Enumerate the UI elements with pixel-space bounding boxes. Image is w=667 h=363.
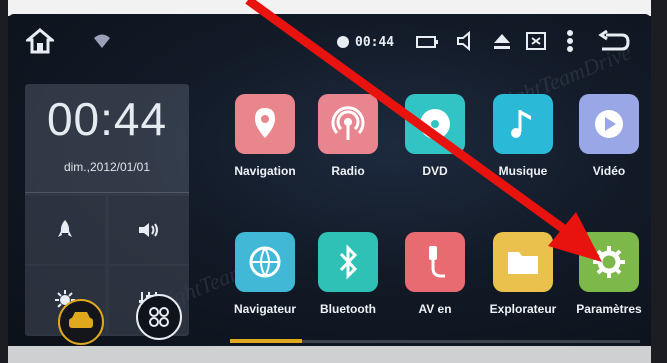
av-input-icon: [405, 232, 465, 292]
app-parametres[interactable]: Paramètres: [574, 232, 651, 322]
volume-icon[interactable]: [455, 30, 475, 52]
bezel-left: [0, 0, 8, 363]
location-dot-icon: [336, 34, 350, 48]
music-note-icon: [493, 94, 553, 154]
app-label: Vidéo: [592, 164, 626, 178]
battery-icon: [416, 34, 438, 50]
disc-icon: [405, 94, 465, 154]
widget-divider: [25, 192, 189, 193]
head-unit-screen: lightTeamDrive lightTeamDrive 00:44 00:4…: [8, 14, 651, 346]
car-icon: [69, 312, 93, 328]
rocket-icon: [58, 220, 72, 237]
back-icon[interactable]: [598, 29, 630, 54]
apps-grid-icon: [149, 307, 169, 327]
eject-icon[interactable]: [493, 32, 511, 50]
radio-waves-icon: [318, 94, 378, 154]
status-bar: 00:44: [8, 14, 651, 72]
app-label: Paramètres: [576, 302, 642, 316]
status-time: 00:44: [355, 35, 395, 50]
photo-background-bottom: [0, 346, 667, 363]
folder-icon: [493, 232, 553, 292]
rocket-button[interactable]: [25, 196, 105, 264]
widget-date: dim.,2012/01/01: [63, 160, 151, 174]
location-pin-icon: [235, 94, 295, 154]
bluetooth-icon: [318, 232, 378, 292]
play-icon: [579, 94, 639, 154]
screen-icon[interactable]: [526, 32, 546, 50]
app-video[interactable]: Vidéo: [574, 94, 651, 184]
gear-icon: [579, 232, 639, 292]
menu-icon[interactable]: [566, 28, 574, 54]
home-icon[interactable]: [23, 28, 57, 54]
all-apps-button[interactable]: [136, 294, 182, 340]
widget-clock: 00:44: [46, 93, 168, 145]
bezel-right: [651, 0, 667, 363]
wifi-icon: [92, 32, 112, 50]
speaker-icon: [139, 223, 158, 237]
volume-button[interactable]: [109, 196, 189, 264]
car-button[interactable]: [58, 299, 104, 345]
globe-icon: [235, 232, 295, 292]
page-indicator-active: [230, 339, 302, 343]
